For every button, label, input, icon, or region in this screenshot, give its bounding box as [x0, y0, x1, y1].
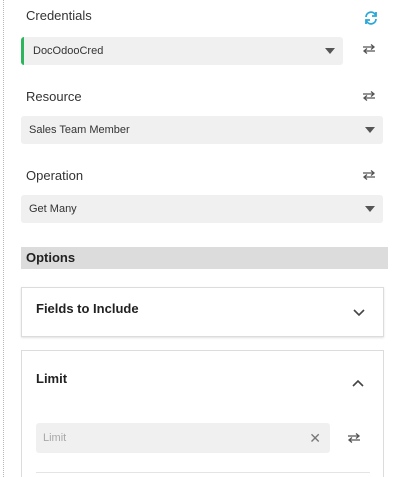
limit-input-placeholder: Limit — [43, 432, 67, 444]
fields-to-include-section[interactable]: Fields to Include — [21, 287, 384, 337]
close-icon[interactable]: ✕ — [309, 423, 321, 453]
swap-arrows-icon[interactable] — [347, 433, 361, 443]
fields-to-include-title: Fields to Include — [36, 301, 139, 316]
swap-arrows-icon[interactable] — [362, 91, 376, 101]
resource-label: Resource — [26, 89, 82, 104]
limit-section: Limit — [21, 350, 384, 477]
swap-arrows-icon[interactable] — [362, 44, 376, 54]
operation-select[interactable]: Get Many — [21, 195, 383, 223]
credentials-label: Credentials — [26, 8, 92, 23]
left-dotted-border — [3, 0, 4, 477]
chevron-down-icon — [365, 127, 375, 133]
limit-input[interactable]: Limit ✕ — [36, 423, 330, 453]
operation-selected-value: Get Many — [29, 203, 77, 215]
credentials-select[interactable]: DocOdooCred — [21, 37, 343, 65]
resource-selected-value: Sales Team Member — [29, 124, 130, 136]
credentials-selected-value: DocOdooCred — [33, 45, 104, 57]
chevron-up-icon[interactable] — [352, 379, 364, 387]
limit-title: Limit — [36, 371, 68, 386]
chevron-down-icon[interactable] — [353, 309, 365, 317]
divider — [36, 472, 370, 473]
refresh-icon[interactable] — [363, 10, 379, 26]
operation-label: Operation — [26, 168, 84, 183]
swap-arrows-icon[interactable] — [362, 170, 376, 180]
resource-select[interactable]: Sales Team Member — [21, 116, 383, 144]
chevron-down-icon — [325, 48, 335, 54]
chevron-down-icon — [365, 206, 375, 212]
options-header: Options — [21, 247, 388, 269]
